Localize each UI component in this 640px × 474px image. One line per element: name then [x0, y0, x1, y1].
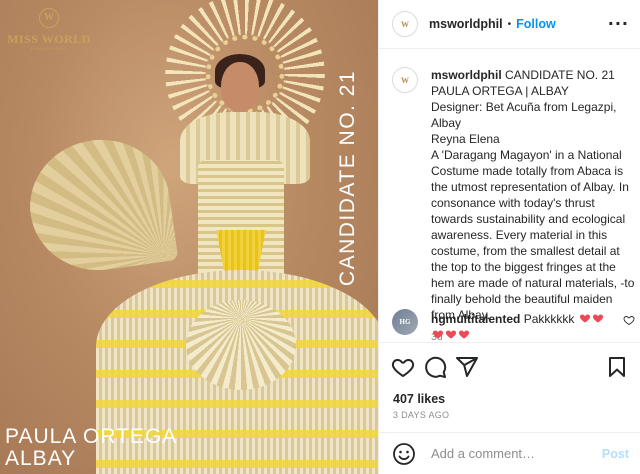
share-icon[interactable]	[455, 355, 479, 379]
post-comment-button[interactable]: Post	[602, 447, 629, 461]
candidate-name: PAULA ORTEGA	[5, 425, 178, 448]
bookmark-icon[interactable]	[605, 355, 629, 379]
candidate-name-block: PAULA ORTEGA ALBAY	[5, 426, 177, 470]
comment-icon[interactable]	[423, 355, 447, 379]
comment-like-icon[interactable]	[623, 314, 635, 326]
more-options-icon[interactable]: ···	[608, 14, 629, 33]
miss-world-crest-icon	[39, 8, 59, 28]
likes-count[interactable]: 407 likes	[393, 392, 445, 406]
caption-designer: Designer: Bet Acuña from Legazpi, Albay	[431, 100, 617, 130]
candidate-province: ALBAY	[5, 447, 77, 470]
header-username[interactable]: msworldphil	[429, 17, 503, 31]
post-header: W msworldphil • Follow ···	[379, 0, 640, 49]
action-bar	[379, 342, 640, 390]
heart-emoji-icon	[432, 330, 444, 339]
caption-area: W msworldphil CANDIDATE NO. 21 PAULA ORT…	[379, 60, 640, 350]
caption-text: msworldphil CANDIDATE NO. 21 PAULA ORTEG…	[431, 67, 637, 343]
candidate-label-text: CANDIDATE NO. 21	[336, 69, 359, 287]
comment-text: hgmultitalented Pakkkkkk	[431, 311, 611, 343]
model-face	[221, 62, 259, 112]
comment-username[interactable]: hgmultitalented	[431, 312, 520, 326]
brand-wordmark: MISS WORLD	[7, 32, 91, 46]
commenter-avatar[interactable]: HG	[392, 309, 418, 335]
caption-line2: Reyna Elena	[431, 132, 500, 146]
miss-world-logo: MISS WORLD PHILIPPINES	[4, 8, 94, 52]
follow-button[interactable]: Follow	[516, 17, 556, 31]
heart-emoji-icon	[592, 314, 603, 323]
post-date[interactable]: 3 DAYS AGO	[393, 410, 449, 420]
caption-body: A 'Daragang Magayon' in a National Costu…	[431, 148, 635, 322]
comment-row: HG hgmultitalented Pakkkkkk	[391, 308, 635, 340]
abaca-fan	[21, 130, 179, 280]
header-separator: •	[507, 18, 512, 30]
costume-rosette	[186, 300, 296, 390]
heart-icon[interactable]	[391, 355, 415, 379]
profile-avatar[interactable]: W	[392, 11, 418, 37]
add-comment-bar: Post	[379, 432, 640, 474]
caption-avatar[interactable]: W	[392, 67, 418, 93]
heart-emoji-icon	[458, 330, 470, 339]
comment-input[interactable]	[431, 446, 601, 461]
caption-username[interactable]: msworldphil	[431, 68, 502, 82]
comment-body: Pakkkkkk	[523, 312, 575, 326]
heart-emoji-icon	[579, 314, 590, 323]
smiley-icon[interactable]	[392, 442, 416, 466]
heart-emoji-icon	[445, 330, 457, 339]
post-image[interactable]: MISS WORLD PHILIPPINES CANDIDATE NO. 21 …	[0, 0, 378, 474]
post-details-panel: W msworldphil • Follow ··· W msworldphil…	[378, 0, 640, 474]
brand-tagline: PHILIPPINES	[31, 46, 67, 51]
